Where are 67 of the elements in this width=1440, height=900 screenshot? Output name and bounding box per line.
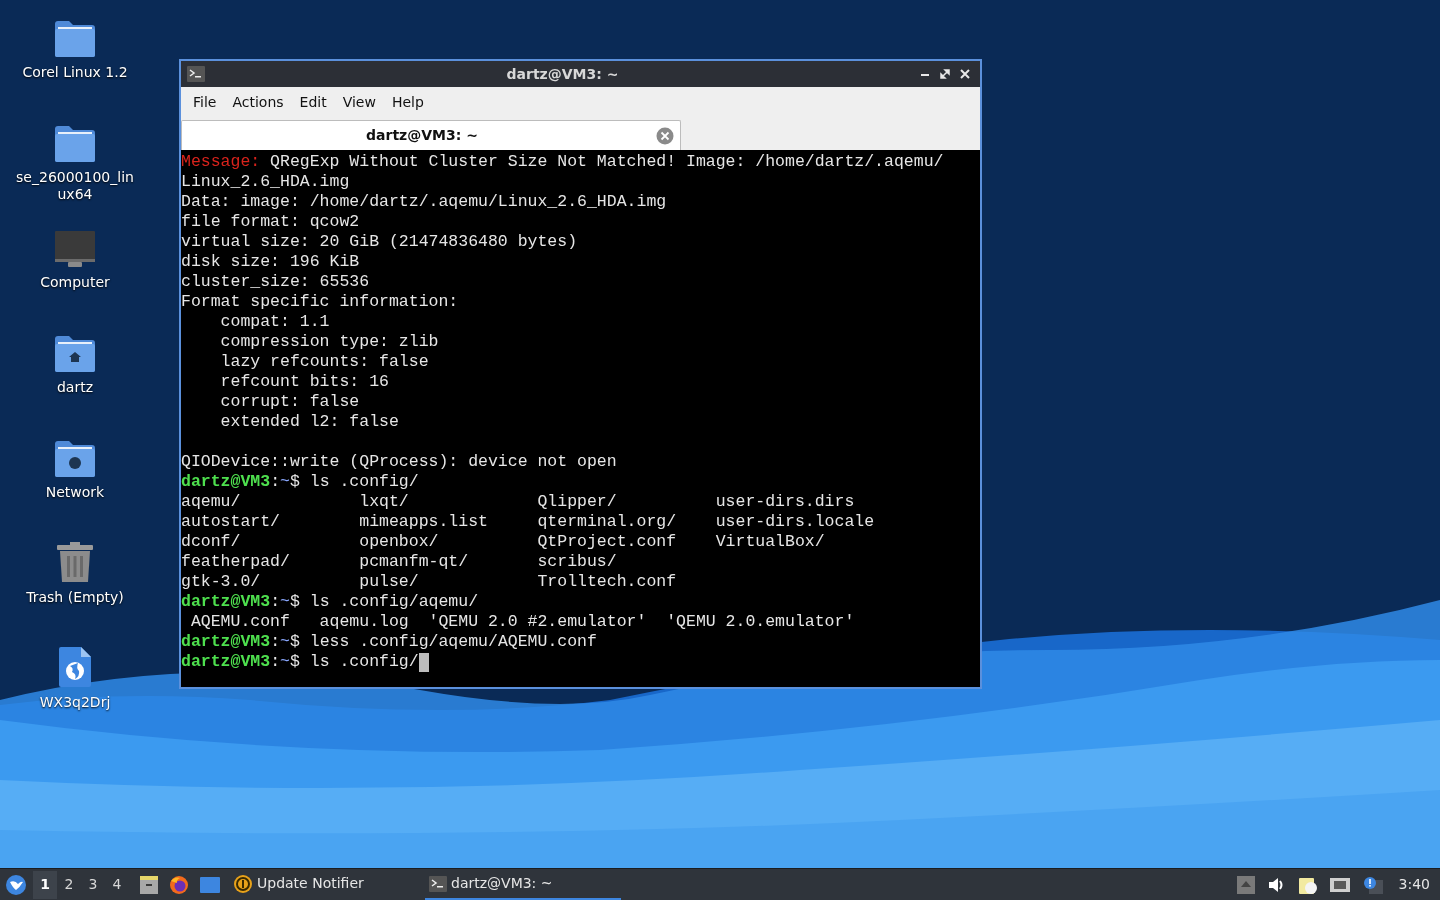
terminal-line: QIODevice::write (QProcess): device not open	[181, 452, 617, 472]
notification-icon[interactable]	[1362, 875, 1383, 894]
workspace-button[interactable]: 2	[57, 870, 81, 899]
home-folder-icon	[54, 335, 96, 373]
terminal-line: aqemu/ lxqt/ Qlipper/ user-dirs.dirs	[181, 492, 855, 512]
close-icon[interactable]	[960, 69, 970, 79]
prompt-line: dartz@VM3:~$ ls .config/	[181, 472, 419, 492]
desktop-icon-label[interactable]: Computer	[10, 274, 140, 291]
terminal-line: AQEMU.conf aqemu.log 'QEMU 2.0 #2.emulator' 'QEMU 2.0.emulator'	[189, 612, 855, 632]
web-document-icon	[58, 646, 92, 688]
terminal-line: cluster_size: 65536	[181, 272, 370, 292]
network-icon[interactable]	[1328, 875, 1351, 894]
start-menu-icon[interactable]	[5, 873, 27, 896]
desktop-icon-label[interactable]: Corel Linux 1.2	[10, 64, 140, 81]
terminal-line: disk size: 196 KiB	[181, 252, 360, 272]
desktop-icon-label[interactable]: Trash (Empty)	[10, 589, 140, 606]
terminal-line: gtk-3.0/ pulse/ Trolltech.conf	[181, 572, 677, 592]
terminal-icon	[429, 875, 447, 892]
folder-icon	[54, 20, 96, 58]
network-folder-icon	[54, 440, 96, 478]
terminal-line: dconf/ openbox/ QtProject.conf VirtualBox/	[181, 532, 825, 552]
terminal-line: lazy refcounts: false	[219, 352, 429, 372]
update-icon	[233, 873, 253, 894]
eject-icon[interactable]	[1236, 875, 1255, 894]
menu-item[interactable]: Actions	[224, 91, 292, 113]
terminal-line: refcount bits: 16	[219, 372, 389, 392]
terminal-line: file format: qcow2	[181, 212, 360, 232]
terminal-line: autostart/ mimeapps.list qterminal.org/ user-dirs.locale	[181, 512, 875, 532]
prompt-line: dartz@VM3:~$ ls .config/	[181, 652, 419, 672]
desktop-icon-label[interactable]: dartz	[10, 379, 140, 396]
terminal-line: featherpad/ pcmanfm-qt/ scribus/	[181, 552, 617, 572]
terminal-line: extended l2: false	[219, 412, 399, 432]
close-tab-icon[interactable]	[656, 126, 674, 145]
terminal-line: Linux_2.6_HDA.img	[181, 172, 350, 192]
workspace-button[interactable]: 1	[33, 870, 57, 899]
terminal-line: corrupt: false	[219, 392, 360, 412]
terminal-line: virtual size: 20 GiB (21474836480 bytes)	[181, 232, 578, 252]
window-title: dartz@VM3: ~	[505, 64, 620, 84]
task-button[interactable]: dartz@VM3: ~	[425, 869, 621, 900]
desktop-icon-label[interactable]: se_26000100_lin ux64	[10, 169, 140, 203]
menu-item[interactable]: View	[334, 91, 384, 113]
workspace-button[interactable]: 4	[105, 870, 129, 899]
clock[interactable]: 3:40	[1398, 874, 1430, 895]
prompt-line: dartz@VM3:~$ less .config/aqemu/AQEMU.conf	[181, 632, 597, 652]
terminal-line: compat: 1.1	[219, 312, 330, 332]
terminal-tab[interactable]: dartz@VM3: ~	[181, 120, 681, 150]
menu-item[interactable]: Help	[383, 91, 432, 113]
file-cabinet-icon[interactable]	[139, 874, 159, 895]
show-desktop-icon[interactable]	[199, 875, 221, 894]
folder-icon	[54, 125, 96, 163]
desktop-icon-label[interactable]: Network	[10, 484, 140, 501]
menu-item[interactable]: File	[185, 91, 225, 113]
terminal-line: Message: QRegExp Without Cluster Size Not Matched! Image: /home/dartz/.aqemu/	[181, 152, 944, 172]
monitor-icon	[54, 230, 96, 268]
terminal-icon	[187, 66, 205, 82]
workspace-button[interactable]: 3	[81, 870, 105, 899]
terminal-line: compression type: zlib	[219, 332, 439, 352]
task-button[interactable]: Update Notifier	[229, 869, 425, 900]
browser-icon[interactable]	[169, 874, 189, 895]
menu-item[interactable]: Edit	[291, 91, 335, 113]
prompt-line: dartz@VM3:~$ ls .config/aqemu/	[181, 592, 479, 612]
volume-icon[interactable]	[1266, 875, 1285, 894]
terminal-line: Format specific information:	[181, 292, 459, 312]
terminal-line: Data: image: /home/dartz/.aqemu/Linux_2.6_HDA.img	[181, 192, 667, 212]
trash-icon	[55, 541, 95, 583]
maximize-icon[interactable]	[940, 69, 950, 79]
desktop-icon-label[interactable]: WX3q2Drj	[10, 694, 140, 711]
